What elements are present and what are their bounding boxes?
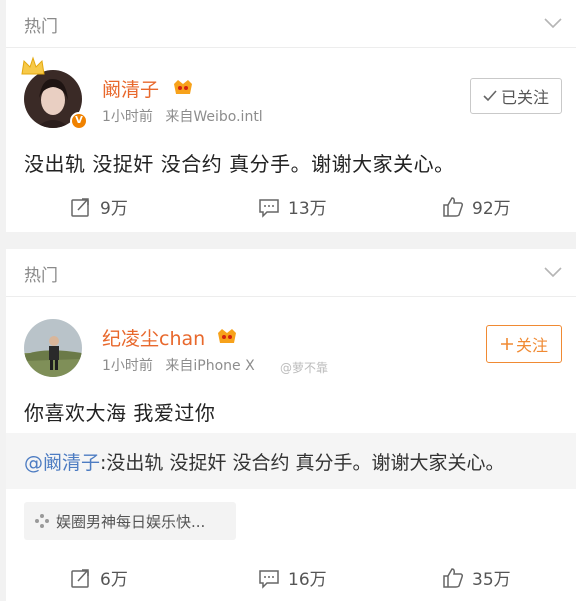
- repost-count: 9万: [100, 199, 128, 219]
- watermark: @萝不靠: [280, 361, 329, 375]
- post-time: 1小时前: [102, 109, 153, 125]
- post-source: 来自Weibo.intl: [165, 109, 263, 125]
- username[interactable]: 纪凌尘chan: [102, 324, 205, 351]
- action-bar: 6万 16万 35万: [6, 555, 576, 601]
- repost-action[interactable]: 9万: [70, 194, 128, 219]
- follow-label: 关注: [515, 336, 548, 355]
- like-icon: [443, 567, 464, 588]
- chevron-down-icon[interactable]: [544, 17, 562, 29]
- followed-button[interactable]: 已关注: [470, 78, 562, 114]
- section-header: 热门: [6, 249, 576, 297]
- vip-icon: [174, 80, 192, 94]
- plus-icon: [500, 338, 513, 350]
- source-chip[interactable]: 娱圈男神每日娱乐快...: [24, 502, 236, 540]
- post-meta: 1小时前 来自Weibo.intl: [102, 106, 271, 126]
- repost-icon: [71, 197, 89, 217]
- repost-action[interactable]: 6万: [70, 565, 128, 590]
- comment-action[interactable]: 13万: [258, 194, 327, 219]
- comment-icon: [259, 198, 279, 218]
- weibo-card-1: 热门 V 阚清子 1小时前 来自Weibo.intl 已关注 没出轨 没捉奸 没…: [6, 0, 576, 232]
- like-action[interactable]: 92万: [442, 194, 511, 219]
- vip-icon: [218, 329, 236, 343]
- post-time: 1小时前: [102, 358, 153, 374]
- verified-badge-icon: V: [70, 112, 88, 130]
- post-source: 来自iPhone X: [165, 358, 255, 374]
- avatar[interactable]: [24, 319, 82, 377]
- post-text: 你喜欢大海 我爱过你: [24, 401, 216, 425]
- like-action[interactable]: 35万: [442, 565, 511, 590]
- followed-label: 已关注: [500, 88, 549, 107]
- like-count: 35万: [472, 570, 511, 590]
- repost-body: :没出轨 没捉奸 没合约 真分手。谢谢大家关心。: [100, 452, 505, 474]
- weibo-card-2: 热门 纪凌尘chan 1小时前 来自iPhone X @萝不靠 关注 你喜欢大海…: [6, 249, 576, 601]
- section-title: 热门: [24, 266, 58, 286]
- like-count: 92万: [472, 199, 511, 219]
- repost-text: @阚清子:没出轨 没捉奸 没合约 真分手。谢谢大家关心。: [24, 448, 505, 475]
- repost-icon: [71, 568, 89, 588]
- chevron-down-icon[interactable]: [544, 266, 562, 278]
- section-header: 热门: [6, 0, 576, 48]
- follow-button[interactable]: 关注: [486, 325, 562, 363]
- source-chip-label: 娱圈男神每日娱乐快...: [56, 513, 206, 531]
- repost-count: 6万: [100, 570, 128, 590]
- comment-action[interactable]: 16万: [258, 565, 327, 590]
- comment-count: 13万: [288, 199, 327, 219]
- comment-count: 16万: [288, 570, 327, 590]
- reposted-content[interactable]: @阚清子:没出轨 没捉奸 没合约 真分手。谢谢大家关心。: [6, 433, 576, 489]
- like-icon: [443, 196, 464, 217]
- section-title: 热门: [24, 17, 58, 37]
- post-text: 没出轨 没捉奸 没合约 真分手。谢谢大家关心。: [24, 152, 455, 176]
- action-bar: 9万 13万 92万: [6, 184, 576, 232]
- crown-icon: [21, 56, 45, 75]
- source-icon: [35, 514, 49, 528]
- post-meta: 1小时前 来自iPhone X: [102, 355, 263, 375]
- repost-mention[interactable]: @阚清子: [24, 452, 100, 474]
- check-icon: [483, 90, 497, 102]
- username[interactable]: 阚清子: [102, 75, 159, 102]
- comment-icon: [259, 569, 279, 589]
